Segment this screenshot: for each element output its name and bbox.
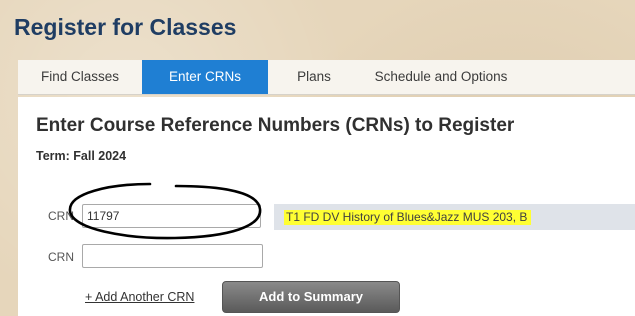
crn-result-bar: T1 FD DV History of Blues&Jazz MUS 203, … — [274, 204, 635, 230]
tab-find-classes[interactable]: Find Classes — [18, 60, 142, 94]
add-another-crn-link[interactable]: + Add Another CRN — [85, 290, 194, 304]
term-label: Term: Fall 2024 — [36, 149, 127, 163]
crn-input-1[interactable]: 11797 — [82, 204, 261, 228]
page-title: Register for Classes — [14, 14, 237, 40]
tab-enter-crns[interactable]: Enter CRNs — [142, 60, 268, 94]
tab-schedule-and-options[interactable]: Schedule and Options — [360, 60, 522, 94]
panel-heading: Enter Course Reference Numbers (CRNs) to… — [36, 115, 515, 136]
crn-label: CRN — [48, 209, 74, 223]
add-to-summary-button[interactable]: Add to Summary — [222, 281, 400, 313]
tab-plans[interactable]: Plans — [268, 60, 360, 94]
crn-label: CRN — [48, 250, 74, 264]
enter-crns-panel: Enter Course Reference Numbers (CRNs) to… — [18, 97, 635, 316]
tab-bar: Find Classes Enter CRNs Plans Schedule a… — [18, 60, 635, 95]
crn-input-2[interactable] — [82, 244, 263, 268]
crn-result-text: T1 FD DV History of Blues&Jazz MUS 203, … — [284, 210, 532, 225]
